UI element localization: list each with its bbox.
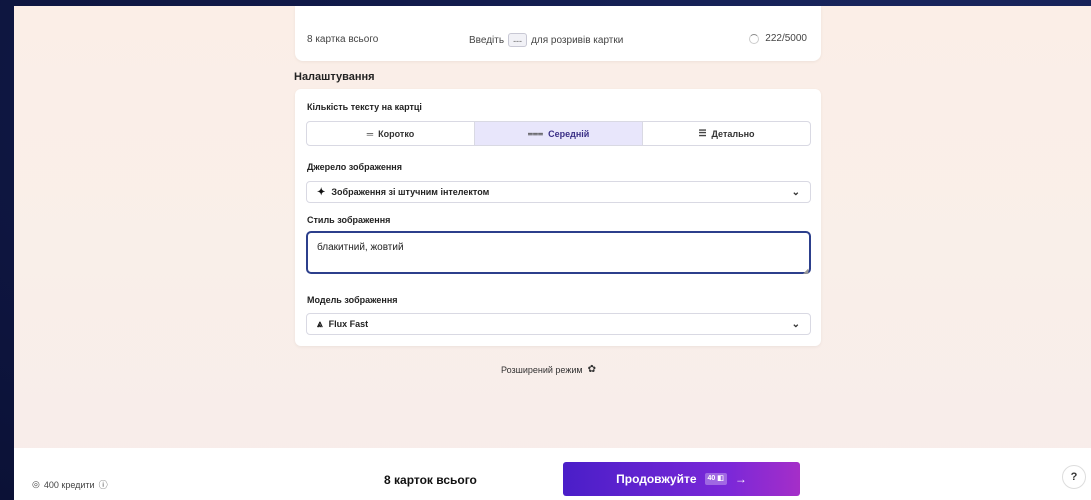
image-model-value: Flux Fast (328, 319, 369, 329)
image-model-label: Модель зображення (307, 295, 398, 305)
bottom-action-bar: ◎ 400 кредити ⓘ 8 карток всього Продовжу… (14, 448, 1091, 500)
image-model-select[interactable]: ⩓ Flux Fast ⌄ (306, 313, 811, 335)
text-amount-label: Кількість тексту на картці (307, 102, 422, 112)
chevron-down-icon: ⌄ (791, 186, 800, 198)
settings-card: Кількість тексту на картці ═ Коротко ⩶ С… (295, 89, 821, 346)
credit-cost-badge: 40 ◧ (704, 473, 727, 485)
hint-text-before: Введіть (469, 34, 505, 46)
continue-label: Продовжуйте (616, 472, 697, 486)
text-amount-option-short[interactable]: ═ Коротко (307, 122, 475, 145)
info-icon: ⓘ (98, 480, 108, 490)
image-style-label: Стиль зображення (307, 215, 391, 225)
cards-summary-card: 8 картка всього Введіть --- для розривів… (295, 6, 821, 61)
text-amount-option-detailed[interactable]: ☰ Детально (643, 122, 810, 145)
continue-button[interactable]: Продовжуйте 40 ◧ → (563, 462, 800, 496)
settings-section-title: Налаштування (294, 71, 375, 83)
text-amount-option-medium[interactable]: ⩶ Середній (475, 122, 643, 145)
text-amount-segmented-control: ═ Коротко ⩶ Середній ☰ Детально (306, 121, 811, 146)
character-count-value: 222/5000 (765, 33, 807, 44)
advanced-mode-label: Розширений режим (501, 364, 583, 375)
hint-text-after: для розривів картки (531, 34, 624, 46)
character-counter: 222/5000 (749, 33, 807, 44)
card-break-hint: Введіть --- для розривів картки (469, 33, 623, 47)
credits-coin-icon: ◎ (32, 479, 40, 489)
credits-value: 400 кредити (43, 479, 95, 490)
credits-indicator[interactable]: ◎ 400 кредити ⓘ (32, 478, 108, 491)
option-label: Коротко (378, 128, 415, 139)
card-break-token: --- (508, 33, 528, 47)
lines-short-icon: ═ (366, 128, 374, 139)
advanced-mode-toggle[interactable]: Розширений режим ✿ (501, 364, 596, 375)
total-cards-text: 8 карток всього (384, 473, 477, 487)
arrow-right-icon: → (734, 472, 747, 486)
progress-ring-icon (749, 33, 760, 44)
flux-logo-icon: ⩓ (317, 318, 323, 330)
option-label: Середній (548, 128, 590, 139)
resize-handle-icon[interactable]: ◢ (803, 267, 808, 275)
lines-medium-icon: ⩶ (527, 128, 544, 138)
image-source-value: Зображення зі штучним інтелектом (331, 187, 490, 197)
gear-icon: ✿ (587, 364, 596, 375)
lines-detailed-icon: ☰ (698, 128, 707, 138)
app-window: 8 картка всього Введіть --- для розривів… (14, 6, 1091, 500)
card-count-text: 8 картка всього (307, 34, 379, 45)
chevron-down-icon: ⌄ (791, 318, 800, 330)
option-label: Детально (711, 128, 755, 139)
image-style-textarea[interactable]: блакитний, жовтий (306, 231, 811, 274)
help-button[interactable]: ? (1062, 465, 1086, 489)
sparkle-icon: ✦ (317, 186, 326, 198)
image-source-select[interactable]: ✦ Зображення зі штучним інтелектом ⌄ (306, 181, 811, 203)
image-source-label: Джерело зображення (307, 162, 402, 172)
